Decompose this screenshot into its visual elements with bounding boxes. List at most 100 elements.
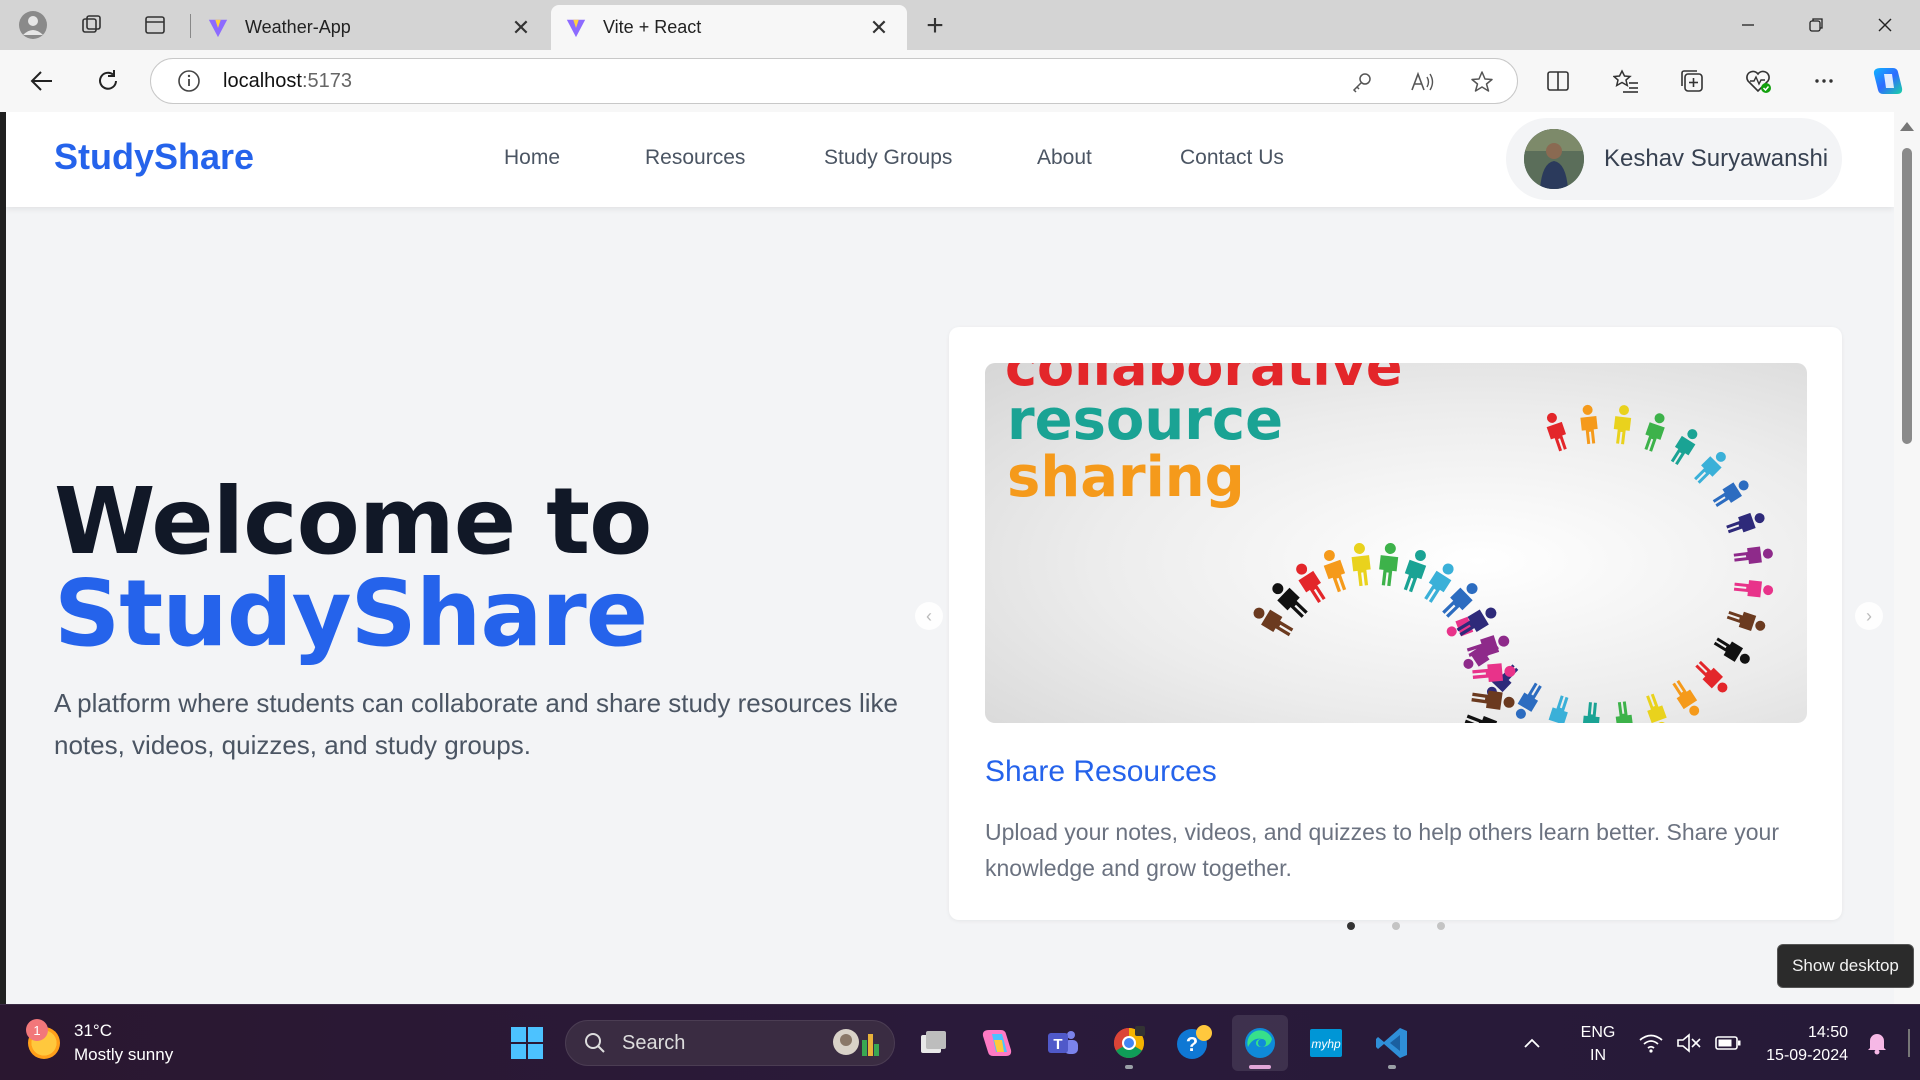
copilot-icon (982, 1030, 1012, 1056)
person-figure (1733, 546, 1773, 564)
browser-essentials-button[interactable] (1738, 61, 1778, 101)
restore-icon (1809, 18, 1823, 32)
copilot-taskbar-app[interactable] (969, 1015, 1025, 1071)
show-desktop-button[interactable] (1908, 1029, 1910, 1057)
nav-about[interactable]: About (1037, 146, 1092, 170)
person-figure (1471, 690, 1515, 710)
svg-text:?: ? (1186, 1034, 1198, 1056)
person-figure (1379, 542, 1399, 587)
tab-vite-react[interactable]: Vite + React ✕ (551, 5, 907, 50)
person-figure (1644, 413, 1665, 452)
site-info-icon[interactable] (175, 67, 203, 95)
person-figure (1351, 543, 1371, 587)
settings-and-more-button[interactable] (1804, 61, 1844, 101)
person-figure (1726, 610, 1766, 632)
slide-description: Upload your notes, videos, and quizzes t… (985, 819, 1779, 881)
slide-image: collaborative resource sharing (985, 363, 1807, 723)
split-screen-icon (1547, 71, 1569, 91)
battery-icon (1715, 1036, 1741, 1050)
person-figure (1582, 702, 1600, 723)
heart-pulse-icon (1746, 70, 1771, 93)
read-aloud-icon[interactable] (1407, 67, 1437, 97)
carousel-prev-button[interactable]: ‹ (915, 602, 943, 630)
carousel-indicators (1347, 922, 1445, 930)
person-figure (1464, 714, 1498, 723)
minimize-button[interactable] (1715, 0, 1781, 50)
person-figure (1672, 679, 1700, 716)
clock-time: 14:50 (1807, 1024, 1848, 1041)
task-view-button[interactable] (905, 1015, 961, 1071)
chrome-app[interactable] (1101, 1015, 1157, 1071)
carousel-next-button[interactable]: › (1855, 602, 1883, 630)
quick-settings-button[interactable] (1638, 1005, 1742, 1080)
nav-resources[interactable]: Resources (645, 146, 745, 170)
split-screen-button[interactable] (1538, 61, 1578, 101)
tab-actions-icon (145, 16, 165, 34)
user-name: Keshav Suryawanshi (1604, 145, 1829, 172)
minimize-icon (1742, 24, 1754, 26)
profile-button[interactable] (13, 5, 53, 45)
clock-date: 15-09-2024 (1766, 1047, 1848, 1064)
myhp-app[interactable]: myhp (1298, 1015, 1354, 1071)
reload-button[interactable] (88, 61, 128, 101)
nav-contact-us[interactable]: Contact Us (1180, 146, 1284, 170)
vscode-app[interactable] (1364, 1015, 1420, 1071)
brand-logo[interactable]: StudyShare (54, 136, 254, 178)
tab-actions-button[interactable] (135, 5, 175, 45)
bell-icon (1868, 1034, 1886, 1055)
language-code: ENG (1580, 1024, 1616, 1041)
favorite-star-icon[interactable] (1467, 67, 1497, 97)
person-figure (1613, 405, 1632, 445)
page-scrollbar[interactable] (1894, 112, 1920, 1004)
favorites-button[interactable] (1606, 61, 1646, 101)
carousel-dot[interactable] (1392, 922, 1400, 930)
person-figure (1580, 404, 1598, 445)
system-clock[interactable]: 14:50 15-09-2024 (1758, 1021, 1848, 1067)
new-tab-button[interactable]: + (915, 6, 955, 46)
carousel-dot[interactable] (1437, 922, 1445, 930)
tab-title: Vite + React (603, 17, 702, 37)
scrollbar-thumb[interactable] (1902, 148, 1912, 444)
restore-button[interactable] (1783, 0, 1849, 50)
user-profile-chip[interactable]: Keshav Suryawanshi (1506, 118, 1842, 200)
start-button[interactable] (499, 1015, 555, 1071)
back-button[interactable] (22, 61, 62, 101)
password-key-icon[interactable] (1347, 67, 1377, 97)
close-window-button[interactable] (1852, 0, 1918, 50)
notifications-button[interactable] (1866, 1005, 1888, 1080)
workspaces-button[interactable] (72, 5, 112, 45)
region-code: IN (1590, 1047, 1606, 1064)
collections-button[interactable] (1672, 61, 1712, 101)
edge-app[interactable] (1232, 1015, 1288, 1071)
nav-study-groups[interactable]: Study Groups (824, 146, 952, 170)
copilot-button[interactable] (1868, 61, 1908, 101)
svg-text:sharing: sharing (1007, 445, 1245, 510)
help-icon: ? (1177, 1025, 1212, 1059)
person-figure (1646, 693, 1667, 723)
carousel-slide-card: collaborative resource sharing Share Res… (949, 327, 1842, 920)
search-label: Search (622, 1031, 686, 1054)
avatar (1524, 129, 1584, 189)
back-arrow-icon (30, 71, 52, 91)
taskbar-search[interactable]: Search (565, 1020, 895, 1066)
hero-subtitle: A platform where students can collaborat… (54, 688, 899, 760)
input-language-indicator[interactable]: ENG IN (1578, 1021, 1618, 1067)
address-bar[interactable]: localhost:5173 (150, 58, 1518, 104)
get-help-app[interactable]: ? (1166, 1015, 1222, 1071)
windows-logo-icon (511, 1027, 543, 1059)
tab-weather-app[interactable]: Weather-App ✕ (193, 5, 549, 50)
nav-home[interactable]: Home (504, 146, 560, 170)
show-hidden-icons-button[interactable] (1522, 1005, 1542, 1080)
windows-taskbar: 1 31°C Mostly sunny Search T ? myhp ENG … (0, 1004, 1920, 1080)
teams-app[interactable]: T (1034, 1015, 1090, 1071)
close-tab-icon[interactable]: ✕ (865, 15, 893, 41)
weather-widget[interactable]: 1 31°C Mostly sunny (26, 1019, 173, 1067)
scroll-up-icon[interactable] (1900, 122, 1914, 131)
person-figure (1694, 451, 1726, 484)
person-figure (1548, 695, 1569, 723)
slide-title: Share Resources (985, 755, 1217, 788)
close-tab-icon[interactable]: ✕ (507, 15, 535, 41)
person-figure (1323, 550, 1347, 593)
tab-title: Weather-App (245, 17, 351, 37)
carousel-dot[interactable] (1347, 922, 1355, 930)
